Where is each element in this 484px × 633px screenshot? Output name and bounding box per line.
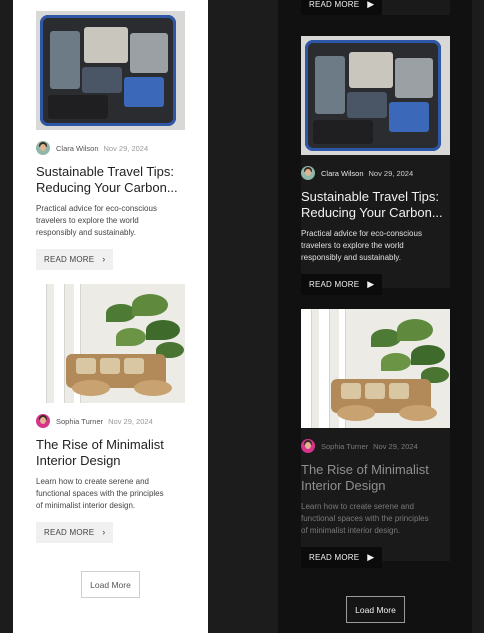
post-title-line[interactable]: Interior Design xyxy=(36,453,185,469)
post-title-line[interactable]: The Rise of Minimalist xyxy=(36,437,185,453)
post-title[interactable]: Sustainable Travel Tips: Reducing Your C… xyxy=(36,164,185,196)
author-name[interactable]: Clara Wilson xyxy=(321,169,364,178)
post-title[interactable]: The Rise of Minimalist Interior Design xyxy=(301,462,450,494)
read-more-button[interactable]: READ MORE › xyxy=(36,522,114,543)
excerpt-line: responsibly and sustainably. xyxy=(301,253,401,262)
post-meta: Clara Wilson Nov 29, 2024 xyxy=(301,165,450,181)
excerpt-line: Practical advice for eco-conscious xyxy=(301,229,422,238)
post-title-line[interactable]: Reducing Your Carbon... xyxy=(36,180,185,196)
excerpt-line: of minimalist interior design. xyxy=(301,526,401,535)
post-card-1: Clara Wilson Nov 29, 2024 Sustainable Tr… xyxy=(36,11,185,270)
excerpt-line: responsibly and sustainably. xyxy=(36,228,136,237)
excerpt-line: Practical advice for eco-conscious xyxy=(36,204,157,213)
post-meta: Clara Wilson Nov 29, 2024 xyxy=(36,140,185,156)
packed-suitcase-photo[interactable] xyxy=(36,11,185,130)
post-card-2: Sophia Turner Nov 29, 2024 The Rise of M… xyxy=(36,284,185,543)
excerpt-line: functional spaces with the principles xyxy=(301,514,429,523)
caret-right-icon: ▶ xyxy=(367,279,375,289)
post-excerpt: Practical advice for eco-conscious trave… xyxy=(36,203,185,239)
post-excerpt: Practical advice for eco-conscious trave… xyxy=(301,228,450,264)
patio-furniture-photo[interactable] xyxy=(36,284,185,403)
caret-right-icon: ▶ xyxy=(367,0,375,9)
post-title-line[interactable]: Sustainable Travel Tips: xyxy=(36,164,185,180)
read-more-button[interactable]: READ MORE ▶ xyxy=(301,274,383,295)
excerpt-line: functional spaces with the principles xyxy=(36,489,164,498)
read-more-label: READ MORE xyxy=(44,255,95,264)
chevron-right-icon: › xyxy=(102,254,106,264)
load-more-button[interactable]: Load More xyxy=(346,596,405,623)
post-meta: Sophia Turner Nov 29, 2024 xyxy=(301,438,450,454)
post-excerpt: Learn how to create serene and functiona… xyxy=(301,501,450,537)
author-avatar[interactable] xyxy=(301,439,315,453)
post-date: Nov 29, 2024 xyxy=(108,416,153,426)
patio-furniture-photo[interactable] xyxy=(301,309,450,428)
author-name[interactable]: Sophia Turner xyxy=(56,417,103,426)
read-more-label: READ MORE xyxy=(309,553,360,562)
post-card-2: Sophia Turner Nov 29, 2024 The Rise of M… xyxy=(301,309,450,568)
packed-suitcase-photo[interactable] xyxy=(301,36,450,155)
post-title[interactable]: Sustainable Travel Tips: Reducing Your C… xyxy=(301,189,450,221)
load-more-button[interactable]: Load More xyxy=(81,571,140,598)
read-more-button[interactable]: READ MORE ▶ xyxy=(301,0,383,15)
read-more-button[interactable]: READ MORE › xyxy=(36,249,114,270)
author-name[interactable]: Clara Wilson xyxy=(56,144,99,153)
read-more-button[interactable]: READ MORE ▶ xyxy=(301,547,383,568)
chevron-right-icon: › xyxy=(102,527,106,537)
caret-right-icon: ▶ xyxy=(367,552,375,562)
excerpt-line: Learn how to create serene and xyxy=(36,477,149,486)
author-avatar[interactable] xyxy=(36,141,50,155)
author-avatar[interactable] xyxy=(36,414,50,428)
read-more-label: READ MORE xyxy=(309,0,360,9)
excerpt-line: travelers to explore the world xyxy=(301,241,404,250)
excerpt-line: travelers to explore the world xyxy=(36,216,139,225)
post-title-line[interactable]: The Rise of Minimalist xyxy=(301,462,450,478)
light-theme-panel: Clara Wilson Nov 29, 2024 Sustainable Tr… xyxy=(13,0,208,633)
author-name[interactable]: Sophia Turner xyxy=(321,442,368,451)
post-card-1: Clara Wilson Nov 29, 2024 Sustainable Tr… xyxy=(301,36,450,295)
read-more-label: READ MORE xyxy=(309,280,360,289)
post-title-line[interactable]: Sustainable Travel Tips: xyxy=(301,189,450,205)
post-date: Nov 29, 2024 xyxy=(373,441,418,451)
post-date: Nov 29, 2024 xyxy=(103,143,149,153)
post-meta: Sophia Turner Nov 29, 2024 xyxy=(36,413,185,429)
post-title[interactable]: The Rise of Minimalist Interior Design xyxy=(36,437,185,469)
post-excerpt: Learn how to create serene and functiona… xyxy=(36,476,185,512)
post-title-line[interactable]: Interior Design xyxy=(301,478,450,494)
post-date: Nov 29, 2024 xyxy=(368,168,414,178)
card-edge xyxy=(382,0,450,15)
excerpt-line: of minimalist interior design. xyxy=(36,501,136,510)
author-avatar[interactable] xyxy=(301,166,315,180)
dark-theme-panel: READ MORE ▶ Clara Wilson Nov 29, 2024 Su… xyxy=(278,0,472,633)
post-title-line[interactable]: Reducing Your Carbon... xyxy=(301,205,450,221)
read-more-label: READ MORE xyxy=(44,528,95,537)
excerpt-line: Learn how to create serene and xyxy=(301,502,414,511)
